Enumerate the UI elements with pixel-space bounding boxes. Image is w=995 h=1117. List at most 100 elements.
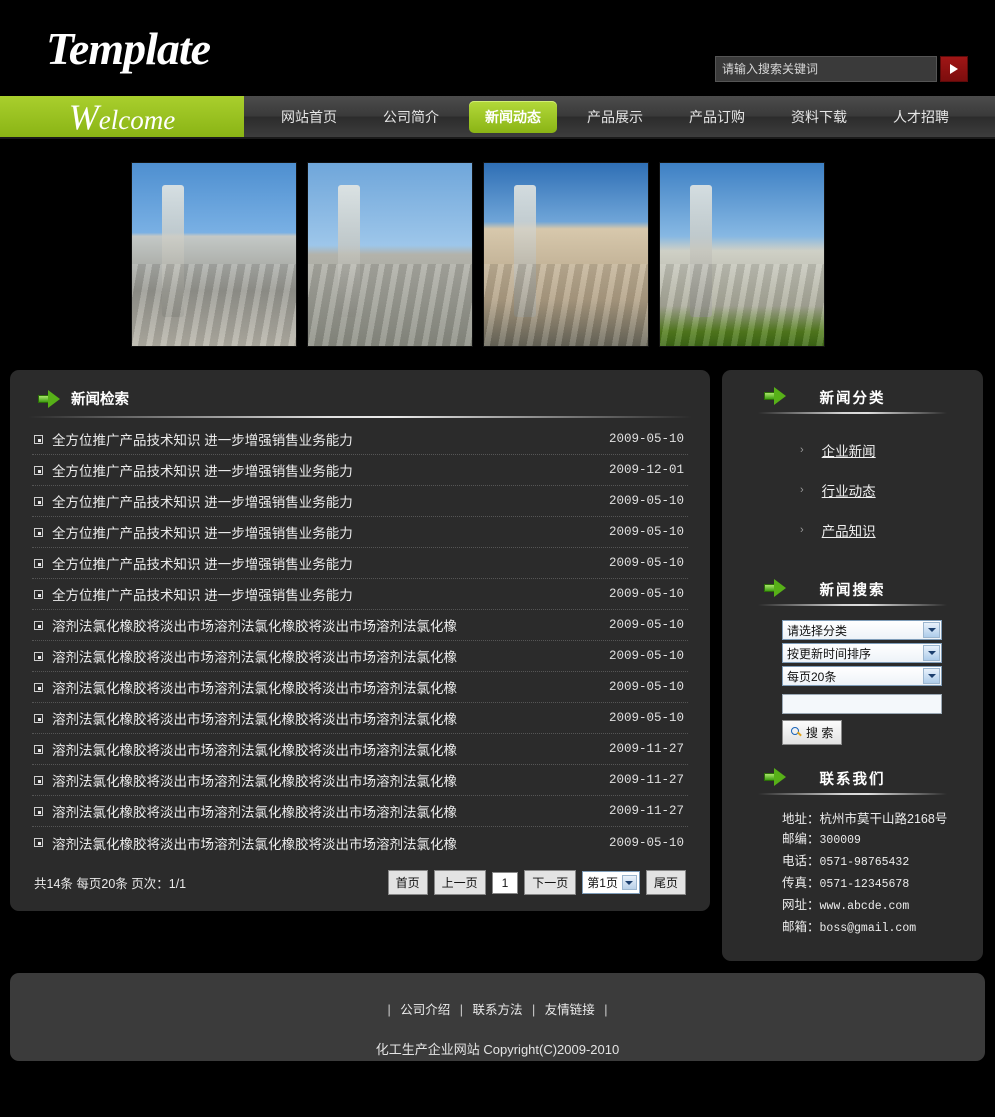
sort-select[interactable]: 按更新时间排序 xyxy=(782,643,942,663)
news-item-title: 溶剂法氯化橡胶将淡出市场溶剂法氯化橡胶将淡出市场溶剂法氯化橡 xyxy=(52,743,457,758)
nav-item-home[interactable]: 网站首页 xyxy=(265,101,353,133)
news-list: 全方位推广产品技术知识 进一步增强销售业务能力 2009-05-10 全方位推广… xyxy=(10,418,710,858)
news-item-title: 全方位推广产品技术知识 进一步增强销售业务能力 xyxy=(52,557,353,572)
news-list-item[interactable]: 全方位推广产品技术知识 进一步增强销售业务能力 2009-05-10 xyxy=(32,517,688,548)
news-item-title: 溶剂法氯化橡胶将淡出市场溶剂法氯化橡胶将淡出市场溶剂法氯化橡 xyxy=(52,650,457,665)
category-select-value: 请选择分类 xyxy=(787,623,848,638)
news-list-item[interactable]: 溶剂法氯化橡胶将淡出市场溶剂法氯化橡胶将淡出市场溶剂法氯化橡 2009-05-1… xyxy=(32,827,688,858)
green-arrow-icon xyxy=(764,387,786,405)
news-list-item[interactable]: 全方位推广产品技术知识 进一步增强销售业务能力 2009-05-10 xyxy=(32,579,688,610)
green-arrow-icon xyxy=(764,768,786,786)
footer-link-about[interactable]: 公司介绍 xyxy=(400,1003,450,1017)
perpage-select[interactable]: 每页20条 xyxy=(782,666,942,686)
contact-address-label: 地址： xyxy=(782,812,820,826)
news-item-date: 2009-05-10 xyxy=(608,649,684,663)
banner-image-refinery xyxy=(307,162,473,347)
bullet-icon xyxy=(34,713,43,723)
news-section-header: 新闻检索 xyxy=(10,370,710,410)
category-select[interactable]: 请选择分类 xyxy=(782,620,942,640)
news-item-date: 2009-11-27 xyxy=(608,742,684,756)
chevron-down-icon xyxy=(923,645,940,661)
contact-info: 地址：杭州市莫干山路2168号 邮编：300009 电话：0571-987654… xyxy=(722,795,983,945)
sidebar-item-product-knowledge[interactable]: › 产品知识 xyxy=(722,510,983,550)
header-search xyxy=(715,56,968,82)
contact-zip-value: 300009 xyxy=(819,834,861,847)
news-categories-title: 新闻分类 xyxy=(819,391,886,407)
pagination: 共14条 每页20条 页次：1/1 首页 上一页 1 下一页 第1页 尾页 xyxy=(10,858,710,911)
sidebar-item-label: 行业动态 xyxy=(821,484,876,499)
news-list-item[interactable]: 溶剂法氯化橡胶将淡出市场溶剂法氯化橡胶将淡出市场溶剂法氯化橡 2009-11-2… xyxy=(32,765,688,796)
news-item-date: 2009-11-27 xyxy=(608,804,684,818)
news-search-form: 请选择分类 按更新时间排序 每页20条 搜 索 xyxy=(722,606,983,751)
site-logo: Template xyxy=(46,23,211,74)
sidebar-item-company-news[interactable]: › 企业新闻 xyxy=(722,430,983,470)
contact-address-value: 杭州市莫干山路2168号 xyxy=(819,812,948,826)
footer-link-friendly[interactable]: 友情链接 xyxy=(545,1003,595,1017)
news-item-title: 全方位推广产品技术知识 进一步增强销售业务能力 xyxy=(52,464,353,479)
news-list-item[interactable]: 溶剂法氯化橡胶将淡出市场溶剂法氯化橡胶将淡出市场溶剂法氯化橡 2009-11-2… xyxy=(32,796,688,827)
contact-phone-label: 电话： xyxy=(782,854,820,868)
contact-phone: 电话：0571-98765432 xyxy=(782,851,983,873)
contact-phone-value: 0571-98765432 xyxy=(819,856,910,869)
news-list-item[interactable]: 溶剂法氯化橡胶将淡出市场溶剂法氯化橡胶将淡出市场溶剂法氯化橡 2009-05-1… xyxy=(32,610,688,641)
news-item-title: 全方位推广产品技术知识 进一步增强销售业务能力 xyxy=(52,588,353,603)
footer-link-contact[interactable]: 联系方法 xyxy=(472,1003,522,1017)
news-item-title: 全方位推广产品技术知识 进一步增强销售业务能力 xyxy=(52,495,353,510)
news-list-item[interactable]: 溶剂法氯化橡胶将淡出市场溶剂法氯化橡胶将淡出市场溶剂法氯化橡 2009-11-2… xyxy=(32,734,688,765)
footer-separator: | xyxy=(604,1003,608,1017)
banner-image-tanks xyxy=(659,162,825,347)
news-list-item[interactable]: 溶剂法氯化橡胶将淡出市场溶剂法氯化橡胶将淡出市场溶剂法氯化橡 2009-05-1… xyxy=(32,641,688,672)
bullet-icon xyxy=(34,838,43,847)
pagination-next-button[interactable]: 下一页 xyxy=(524,870,577,895)
news-list-item[interactable]: 全方位推广产品技术知识 进一步增强销售业务能力 2009-05-10 xyxy=(32,486,688,517)
pagination-page-select[interactable]: 第1页 xyxy=(582,871,640,894)
bullet-icon xyxy=(34,558,43,568)
pagination-prev-button[interactable]: 上一页 xyxy=(433,870,486,895)
news-item-date: 2009-05-10 xyxy=(608,494,684,508)
contact-header: 联系我们 xyxy=(722,751,983,789)
nav-item-about[interactable]: 公司简介 xyxy=(367,101,455,133)
chevron-right-icon: › xyxy=(800,484,804,496)
pagination-info: 共14条 每页20条 页次：1/1 xyxy=(34,877,187,891)
keyword-input[interactable] xyxy=(782,694,942,714)
contact-fax-label: 传真： xyxy=(782,876,820,890)
news-search-button[interactable]: 搜 索 xyxy=(782,720,843,745)
news-list-item[interactable]: 溶剂法氯化橡胶将淡出市场溶剂法氯化橡胶将淡出市场溶剂法氯化橡 2009-05-1… xyxy=(32,703,688,734)
contact-email-value: boss@gmail.com xyxy=(819,922,917,935)
pagination-first-button[interactable]: 首页 xyxy=(387,870,428,895)
contact-fax: 传真：0571-12345678 xyxy=(782,873,983,895)
news-list-item[interactable]: 全方位推广产品技术知识 进一步增强销售业务能力 2009-05-10 xyxy=(32,548,688,579)
pagination-last-button[interactable]: 尾页 xyxy=(645,870,686,895)
news-list-item[interactable]: 全方位推广产品技术知识 进一步增强销售业务能力 2009-05-10 xyxy=(32,424,688,455)
news-list-item[interactable]: 全方位推广产品技术知识 进一步增强销售业务能力 2009-12-01 xyxy=(32,455,688,486)
news-list-item[interactable]: 溶剂法氯化橡胶将淡出市场溶剂法氯化橡胶将淡出市场溶剂法氯化橡 2009-05-1… xyxy=(32,672,688,703)
footer-links: | 公司介绍 | 联系方法 | 友情链接 | xyxy=(10,999,985,1018)
search-input[interactable] xyxy=(715,56,937,82)
content-area: 新闻检索 全方位推广产品技术知识 进一步增强销售业务能力 2009-05-10 … xyxy=(0,370,995,961)
main-navigation: Welcome 网站首页 公司简介 新闻动态 产品展示 产品订购 资料下载 人才… xyxy=(0,96,995,139)
contact-address: 地址：杭州市莫干山路2168号 xyxy=(782,809,983,829)
news-panel: 新闻检索 全方位推广产品技术知识 进一步增强销售业务能力 2009-05-10 … xyxy=(10,370,710,911)
sidebar-item-label: 企业新闻 xyxy=(821,444,876,459)
site-header: Template xyxy=(0,0,995,96)
magnifier-icon xyxy=(791,727,802,738)
news-item-title: 全方位推广产品技术知识 进一步增强销售业务能力 xyxy=(52,526,353,541)
sidebar: 新闻分类 › 企业新闻 › 行业动态 › 产品知识 新闻搜索 请选择分类 按更新… xyxy=(722,370,983,961)
pagination-current-page[interactable]: 1 xyxy=(491,871,519,894)
contact-zip: 邮编：300009 xyxy=(782,829,983,851)
news-item-date: 2009-05-10 xyxy=(608,680,684,694)
nav-item-products[interactable]: 产品展示 xyxy=(571,101,659,133)
contact-fax-value: 0571-12345678 xyxy=(819,878,910,891)
green-arrow-icon xyxy=(38,389,60,408)
nav-item-order[interactable]: 产品订购 xyxy=(673,101,761,133)
sidebar-item-industry-news[interactable]: › 行业动态 xyxy=(722,470,983,510)
nav-item-news[interactable]: 新闻动态 xyxy=(469,100,557,133)
chevron-down-icon xyxy=(923,668,940,684)
bullet-icon xyxy=(34,496,43,506)
search-submit-button[interactable] xyxy=(940,56,968,82)
nav-item-jobs[interactable]: 人才招聘 xyxy=(877,101,965,133)
news-item-title: 溶剂法氯化橡胶将淡出市场溶剂法氯化橡胶将淡出市场溶剂法氯化橡 xyxy=(52,681,457,696)
bullet-icon xyxy=(34,434,43,444)
nav-item-downloads[interactable]: 资料下载 xyxy=(775,101,863,133)
sidebar-item-label: 产品知识 xyxy=(821,524,876,539)
